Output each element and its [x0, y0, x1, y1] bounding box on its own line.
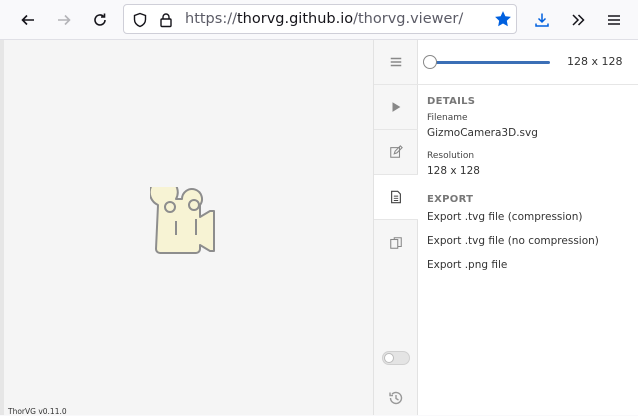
export-tvg-compressed[interactable]: Export .tvg file (compression)	[427, 211, 582, 223]
details-button[interactable]	[374, 175, 418, 220]
star-icon[interactable]	[494, 10, 512, 28]
filename-label: Filename	[427, 113, 468, 123]
forward-button[interactable]	[50, 6, 78, 34]
details-heading: DETAILS	[427, 96, 476, 107]
theme-toggle[interactable]	[382, 351, 410, 365]
size-value: 128 x 128	[567, 55, 623, 68]
sidebar	[373, 40, 418, 415]
size-slider-row: 128 x 128	[418, 40, 638, 85]
history-icon[interactable]	[388, 390, 404, 406]
back-button[interactable]	[14, 6, 42, 34]
play-icon	[392, 102, 401, 112]
preview-canvas[interactable]: ThorVG v0.11.0	[4, 40, 373, 416]
copy-icon	[390, 236, 402, 249]
hamburger-menu-icon	[608, 15, 620, 25]
reload-button[interactable]	[86, 6, 114, 34]
browser-toolbar: https://thorvg.github.io/thorvg.viewer/	[0, 0, 638, 40]
export-png[interactable]: Export .png file	[427, 259, 507, 271]
downloads-button[interactable]	[528, 6, 556, 34]
url-text[interactable]: https://thorvg.github.io/thorvg.viewer/	[185, 10, 463, 28]
resolution-value: 128 x 128	[427, 165, 480, 177]
details-panel: 128 x 128 DETAILS Filename GizmoCamera3D…	[418, 40, 638, 415]
arrow-left-icon	[21, 14, 34, 26]
arrow-right-icon	[58, 14, 71, 26]
copy-button[interactable]	[374, 220, 418, 265]
filename-value: GizmoCamera3D.svg	[427, 127, 538, 139]
export-tvg-uncompressed[interactable]: Export .tvg file (no compression)	[427, 235, 599, 247]
export-heading: EXPORT	[427, 194, 474, 205]
lock-icon[interactable]	[158, 12, 174, 28]
url-prefix: https://	[185, 11, 237, 27]
play-button[interactable]	[374, 85, 418, 130]
overflow-button[interactable]	[564, 6, 592, 34]
size-slider-track[interactable]	[430, 61, 550, 64]
reload-icon	[94, 13, 106, 26]
menu-icon	[390, 57, 402, 67]
resolution-label: Resolution	[427, 151, 475, 161]
app-menu-button[interactable]	[600, 6, 628, 34]
edit-icon	[390, 145, 403, 158]
toggle-knob	[384, 353, 394, 363]
download-icon	[535, 13, 549, 27]
shield-icon[interactable]	[132, 12, 148, 28]
document-icon	[391, 190, 401, 204]
edit-button[interactable]	[374, 130, 418, 175]
video-camera-icon	[150, 187, 215, 254]
size-slider-thumb[interactable]	[423, 55, 437, 69]
url-bar[interactable]: https://thorvg.github.io/thorvg.viewer/	[123, 4, 517, 34]
chevron-double-right-icon	[572, 14, 585, 26]
menu-button[interactable]	[374, 40, 418, 85]
url-domain: thorvg.github.io	[236, 11, 354, 27]
viewer-app: ThorVG v0.11.0 128 x 128 DETAILS Filenam…	[0, 40, 638, 416]
url-path: /thorvg.viewer/	[353, 11, 464, 27]
